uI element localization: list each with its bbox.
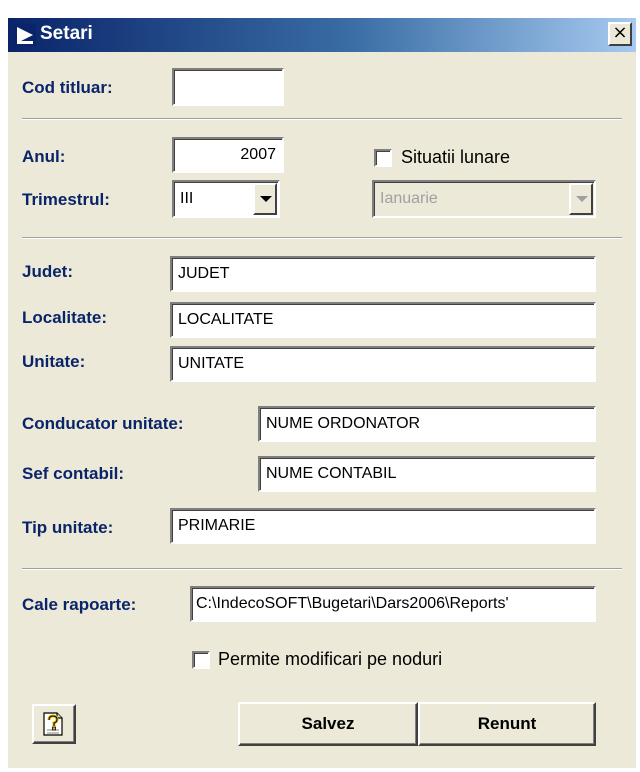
window-title: Setari — [40, 23, 93, 44]
separator — [22, 237, 622, 239]
luna-value: Ianuarie — [380, 190, 438, 207]
localitate-label: Localitate: — [22, 308, 108, 327]
tip-unitate-input[interactable]: PRIMARIE — [170, 508, 596, 544]
luna-select: Ianuarie — [372, 180, 596, 218]
chevron-down-icon[interactable] — [253, 183, 277, 215]
trimestrul-value: III — [180, 190, 194, 207]
title-bar[interactable]: Setari × — [8, 18, 636, 52]
sef-contabil-input[interactable]: NUME CONTABIL — [258, 456, 596, 492]
play-arrow-icon — [14, 24, 36, 46]
cale-rapoarte-input[interactable]: C:\IndecoSOFT\Bugetari\Dars2006\Reports' — [190, 586, 596, 622]
situatii-lunare-checkbox[interactable] — [374, 149, 392, 167]
trimestrul-label: Trimestrul: — [22, 190, 110, 209]
tip-unitate-label: Tip unitate: — [22, 518, 114, 537]
localitate-input[interactable]: LOCALITATE — [170, 302, 596, 338]
sef-contabil-label: Sef contabil: — [22, 464, 125, 483]
unitate-label: Unitate: — [22, 352, 86, 371]
unitate-input[interactable]: UNITATE — [170, 346, 596, 382]
settings-dialog: Setari × Cod titluar: Anul: 2007 Situati… — [8, 18, 636, 768]
separator — [22, 118, 622, 120]
anul-label: Anul: — [22, 147, 66, 166]
chevron-down-icon — [569, 183, 593, 215]
conducator-unitate-input[interactable]: NUME ORDONATOR — [258, 406, 596, 442]
permite-modificari-label: Permite modificari pe noduri — [218, 649, 443, 669]
situatii-lunare-label: Situatii lunare — [401, 147, 511, 167]
cod-titluar-label: Cod titluar: — [22, 78, 113, 97]
close-button[interactable]: × — [608, 22, 632, 46]
close-icon: × — [612, 22, 628, 43]
help-question-icon — [43, 712, 63, 736]
conducator-unitate-label: Conducator unitate: — [22, 414, 184, 433]
permite-modificari-checkbox[interactable] — [192, 651, 210, 669]
save-button[interactable]: Salvez — [238, 702, 418, 746]
cale-rapoarte-label: Cale rapoarte: — [22, 595, 137, 614]
judet-label: Judet: — [22, 262, 73, 281]
cod-titluar-input[interactable] — [172, 68, 284, 106]
anul-input[interactable]: 2007 — [172, 137, 284, 173]
cancel-button[interactable]: Renunt — [418, 702, 596, 746]
help-button[interactable] — [32, 704, 76, 744]
trimestrul-select[interactable]: III — [172, 180, 280, 218]
separator — [22, 568, 622, 570]
judet-input[interactable]: JUDET — [170, 256, 596, 292]
